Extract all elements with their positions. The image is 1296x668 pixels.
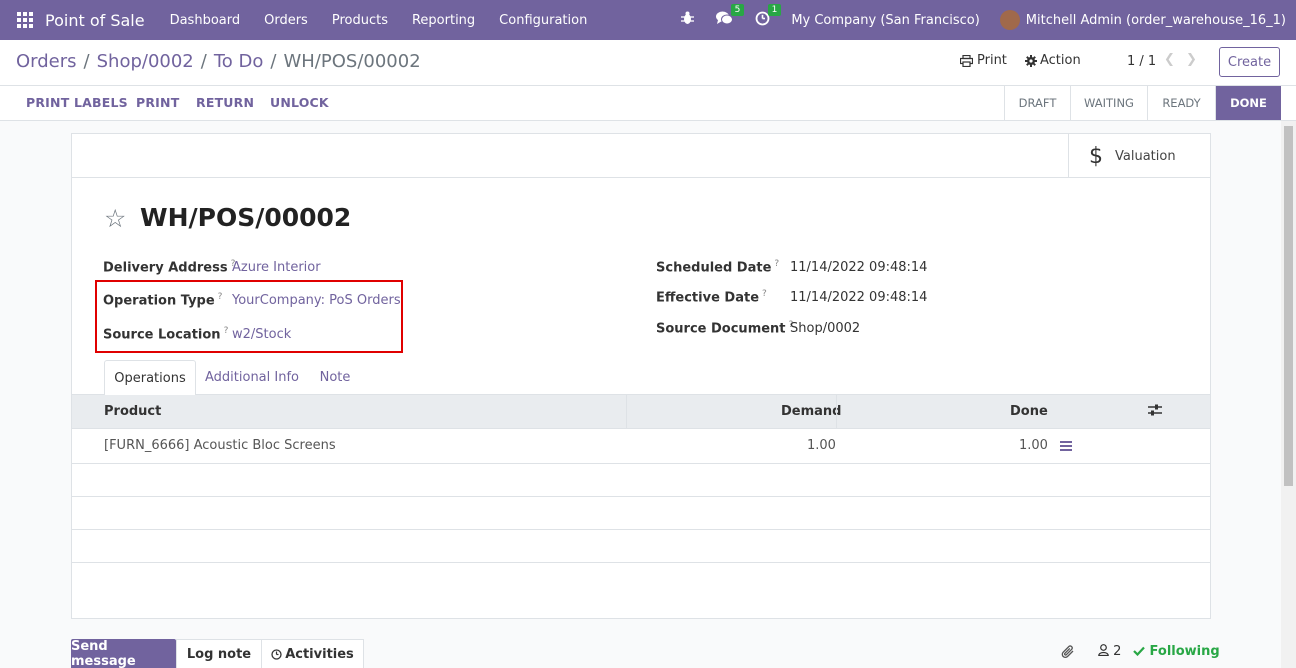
user-menu[interactable]: Mitchell Admin (order_warehouse_16_1) bbox=[1026, 13, 1286, 28]
table-empty-row bbox=[72, 497, 1210, 530]
table-empty-row bbox=[72, 464, 1210, 497]
check-icon bbox=[1133, 646, 1145, 657]
app-name[interactable]: Point of Sale bbox=[45, 11, 145, 30]
pager-previous-icon[interactable]: ❮ bbox=[1164, 52, 1175, 67]
scheduled-date-value: 11/14/2022 09:48:14 bbox=[790, 260, 928, 275]
activities-label: Activities bbox=[285, 647, 354, 662]
menu-configuration[interactable]: Configuration bbox=[487, 13, 599, 28]
activities-button[interactable]: Activities bbox=[262, 639, 364, 668]
unlock-button[interactable]: UNLOCK bbox=[270, 95, 329, 110]
following-label: Following bbox=[1149, 644, 1220, 659]
user-avatar[interactable] bbox=[999, 10, 1020, 30]
followers-count: 2 bbox=[1113, 644, 1122, 659]
user-icon bbox=[1098, 644, 1109, 657]
print-label: Print bbox=[977, 53, 1007, 68]
valuation-label: Valuation bbox=[1115, 148, 1176, 164]
highlight-annotation-box bbox=[95, 280, 403, 353]
table-row[interactable]: [FURN_6666] Acoustic Bloc Screens 1.00 1… bbox=[72, 429, 1210, 464]
table-empty-row bbox=[72, 530, 1210, 563]
print-icon bbox=[960, 54, 973, 67]
breadcrumb-separator: / bbox=[200, 51, 207, 72]
form-sheet: $ Valuation ☆ WH/POS/00002 Delivery Addr… bbox=[71, 133, 1211, 619]
breadcrumb-todo[interactable]: To Do bbox=[214, 51, 264, 72]
column-divider bbox=[836, 395, 837, 429]
row-done: 1.00 bbox=[1019, 438, 1048, 453]
tab-additional-info[interactable]: Additional Info bbox=[202, 360, 302, 395]
print-labels-button[interactable]: PRINT LABELS bbox=[26, 95, 128, 110]
header-done[interactable]: Done bbox=[1010, 404, 1048, 419]
detailed-operations-list-icon[interactable] bbox=[1060, 441, 1072, 451]
clock-icon bbox=[271, 649, 282, 660]
row-product: [FURN_6666] Acoustic Bloc Screens bbox=[104, 438, 336, 453]
debug-bug-icon[interactable] bbox=[681, 11, 695, 29]
delivery-address-label: Delivery Address? bbox=[103, 259, 236, 276]
source-document-label: Source Document? bbox=[656, 320, 794, 337]
create-button[interactable]: Create bbox=[1219, 47, 1280, 77]
breadcrumb-separator: / bbox=[83, 51, 90, 72]
delivery-address-value[interactable]: Azure Interior bbox=[232, 260, 321, 275]
breadcrumb-separator: / bbox=[270, 51, 277, 72]
record-title: WH/POS/00002 bbox=[140, 203, 352, 232]
navbar-systray: 5 1 My Company (San Francisco) Mitchell … bbox=[670, 0, 1296, 40]
log-note-button[interactable]: Log note bbox=[176, 639, 262, 668]
column-divider bbox=[626, 395, 627, 429]
action-dropdown-button[interactable]: Action bbox=[1025, 53, 1081, 68]
pager-next-icon[interactable]: ❯ bbox=[1186, 52, 1197, 67]
row-demand: 1.00 bbox=[807, 438, 836, 453]
return-button[interactable]: RETURN bbox=[196, 95, 254, 110]
top-navbar: Point of Sale Dashboard Orders Products … bbox=[0, 0, 1296, 40]
company-switcher[interactable]: My Company (San Francisco) bbox=[791, 13, 979, 28]
gear-icon bbox=[1025, 54, 1037, 67]
scheduled-date-label: Scheduled Date? bbox=[656, 259, 780, 276]
stage-draft: DRAFT bbox=[1004, 86, 1070, 120]
menu-orders[interactable]: Orders bbox=[252, 13, 320, 28]
breadcrumb-shop[interactable]: Shop/0002 bbox=[97, 51, 194, 72]
stage-pipeline: DRAFT WAITING READY DONE bbox=[1004, 86, 1281, 120]
smart-button-box: $ Valuation bbox=[72, 134, 1210, 178]
breadcrumb-current: WH/POS/00002 bbox=[283, 51, 421, 72]
dollar-icon: $ bbox=[1089, 143, 1103, 169]
source-document-value: Shop/0002 bbox=[790, 321, 861, 336]
stage-done: DONE bbox=[1215, 86, 1281, 120]
stage-waiting: WAITING bbox=[1070, 86, 1147, 120]
statusbar: PRINT LABELS PRINT RETURN UNLOCK DRAFT W… bbox=[0, 86, 1296, 121]
print-dropdown-button[interactable]: Print bbox=[960, 53, 1007, 68]
header-product[interactable]: Product bbox=[104, 404, 161, 419]
valuation-button[interactable]: $ Valuation bbox=[1068, 134, 1210, 178]
page-scrollbar[interactable] bbox=[1281, 121, 1296, 668]
header-demand[interactable]: Demand bbox=[781, 404, 842, 419]
activities-badge: 1 bbox=[767, 3, 782, 16]
print-button[interactable]: PRINT bbox=[136, 95, 179, 110]
menu-products[interactable]: Products bbox=[320, 13, 400, 28]
optional-columns-icon[interactable] bbox=[1148, 404, 1162, 420]
menu-reporting[interactable]: Reporting bbox=[400, 13, 487, 28]
main-menu: Dashboard Orders Products Reporting Conf… bbox=[158, 13, 600, 28]
send-message-button[interactable]: Send message bbox=[71, 639, 176, 668]
scrollbar-thumb[interactable] bbox=[1284, 126, 1293, 486]
control-panel: Orders / Shop/0002 / To Do / WH/POS/0000… bbox=[0, 40, 1296, 86]
breadcrumb: Orders / Shop/0002 / To Do / WH/POS/0000… bbox=[16, 51, 421, 72]
tab-operations[interactable]: Operations bbox=[104, 360, 196, 396]
effective-date-label: Effective Date? bbox=[656, 289, 767, 306]
chatter-topbar: Send message Log note Activities 2 Follo… bbox=[0, 632, 1296, 668]
paperclip-icon[interactable] bbox=[1061, 644, 1075, 663]
following-button[interactable]: Following bbox=[1133, 644, 1220, 659]
action-label: Action bbox=[1040, 53, 1081, 68]
operations-table: Product Demand Done [FURN_6666] Acoustic… bbox=[72, 395, 1210, 563]
effective-date-value: 11/14/2022 09:48:14 bbox=[790, 290, 928, 305]
notebook-tabs: Operations Additional Info Note bbox=[72, 360, 1210, 396]
messages-icon[interactable]: 5 bbox=[716, 4, 745, 29]
menu-dashboard[interactable]: Dashboard bbox=[158, 13, 253, 28]
followers-button[interactable]: 2 bbox=[1098, 644, 1121, 659]
messages-badge: 5 bbox=[730, 4, 745, 16]
tab-note[interactable]: Note bbox=[312, 360, 358, 395]
pager-value[interactable]: 1 / 1 bbox=[1127, 54, 1156, 69]
star-icon[interactable]: ☆ bbox=[104, 204, 126, 233]
apps-menu-icon[interactable] bbox=[17, 12, 33, 28]
table-header: Product Demand Done bbox=[72, 395, 1210, 429]
stage-ready: READY bbox=[1147, 86, 1215, 120]
breadcrumb-orders[interactable]: Orders bbox=[16, 51, 77, 72]
activities-clock-icon[interactable]: 1 bbox=[755, 3, 782, 30]
